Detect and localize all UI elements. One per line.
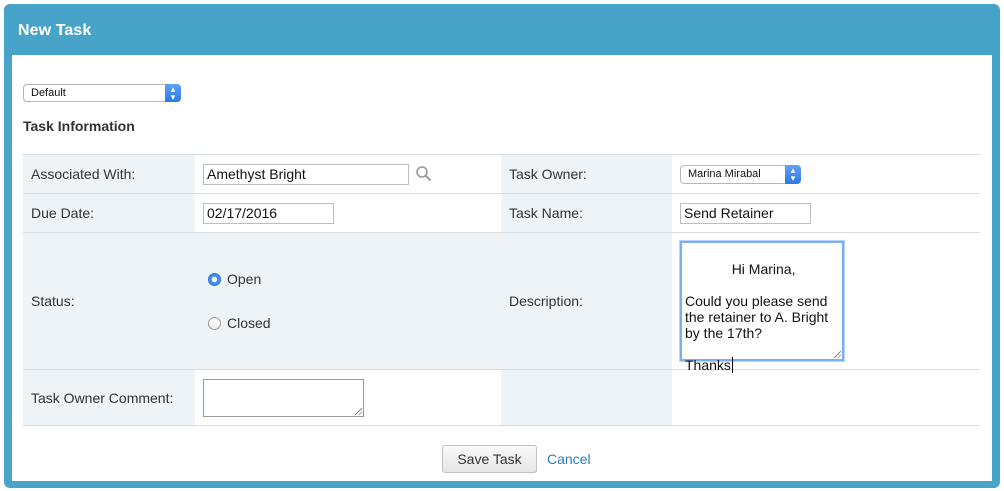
chevron-updown-icon: ▴ ▾ xyxy=(785,164,801,184)
task-owner-comment-cell xyxy=(195,369,501,426)
resize-grip-icon[interactable] xyxy=(834,351,841,358)
due-date-input[interactable]: 02/17/2016 xyxy=(203,202,334,224)
associated-with-label: Associated With: xyxy=(23,154,195,194)
resize-grip-icon[interactable] xyxy=(355,407,362,415)
task-name-input[interactable]: Send Retainer xyxy=(680,202,811,224)
form-row: Associated With: Amethyst Bright Task Ow… xyxy=(23,154,980,194)
task-information-table: Associated With: Amethyst Bright Task Ow… xyxy=(23,154,980,426)
description-cell: Hi Marina, Could you please send the ret… xyxy=(672,232,980,373)
form-row: Task Owner Comment: xyxy=(23,369,980,426)
new-task-dialog: New Task Default ▴ ▾ Task Information Ass… xyxy=(4,4,1000,488)
task-owner-comment-label: Task Owner Comment: xyxy=(23,369,195,426)
task-owner-cell: Marina Mirabal ▴ ▾ xyxy=(672,154,980,194)
task-name-cell: Send Retainer xyxy=(672,193,980,233)
empty-label-cell xyxy=(501,369,672,426)
task-owner-select[interactable]: Marina Mirabal ▴ ▾ xyxy=(680,164,801,184)
status-option-label: Closed xyxy=(227,315,271,331)
search-icon[interactable] xyxy=(415,165,433,183)
form-row: Status: Open Closed Description: Hi Mari… xyxy=(23,232,980,373)
description-label: Description: xyxy=(501,232,672,370)
radio-unchecked-icon[interactable] xyxy=(208,316,221,330)
dialog-title: New Task xyxy=(18,22,92,39)
text-cursor xyxy=(731,357,733,373)
task-owner-label: Task Owner: xyxy=(501,154,672,194)
status-option-label: Open xyxy=(227,271,262,287)
dialog-body: Default ▴ ▾ Task Information Associated W… xyxy=(12,55,992,481)
due-date-cell: 02/17/2016 xyxy=(195,193,501,233)
associated-with-input[interactable]: Amethyst Bright xyxy=(203,163,409,185)
description-textarea[interactable]: Hi Marina, Could you please send the ret… xyxy=(680,241,844,373)
layout-select-value: Default xyxy=(31,87,66,99)
associated-with-cell: Amethyst Bright xyxy=(195,154,501,194)
task-owner-select-value: Marina Mirabal xyxy=(688,167,761,180)
status-cell: Open Closed xyxy=(195,232,501,370)
form-actions: Save Task Cancel xyxy=(12,445,992,475)
cancel-link[interactable]: Cancel xyxy=(547,450,591,468)
task-owner-comment-textarea[interactable] xyxy=(203,378,364,417)
section-title: Task Information xyxy=(23,118,135,134)
save-task-button[interactable]: Save Task xyxy=(442,445,537,473)
due-date-label: Due Date: xyxy=(23,193,195,233)
status-label: Status: xyxy=(23,232,195,370)
status-option-open[interactable]: Open xyxy=(208,268,501,290)
description-text: Hi Marina, Could you please send the ret… xyxy=(685,261,829,373)
layout-select[interactable]: Default ▴ ▾ xyxy=(23,84,181,102)
chevron-updown-icon: ▴ ▾ xyxy=(165,84,181,102)
task-name-label: Task Name: xyxy=(501,193,672,233)
form-row: Due Date: 02/17/2016 Task Name: Send Ret… xyxy=(23,193,980,233)
radio-checked-icon[interactable] xyxy=(208,272,221,286)
status-option-closed[interactable]: Closed xyxy=(208,312,501,334)
